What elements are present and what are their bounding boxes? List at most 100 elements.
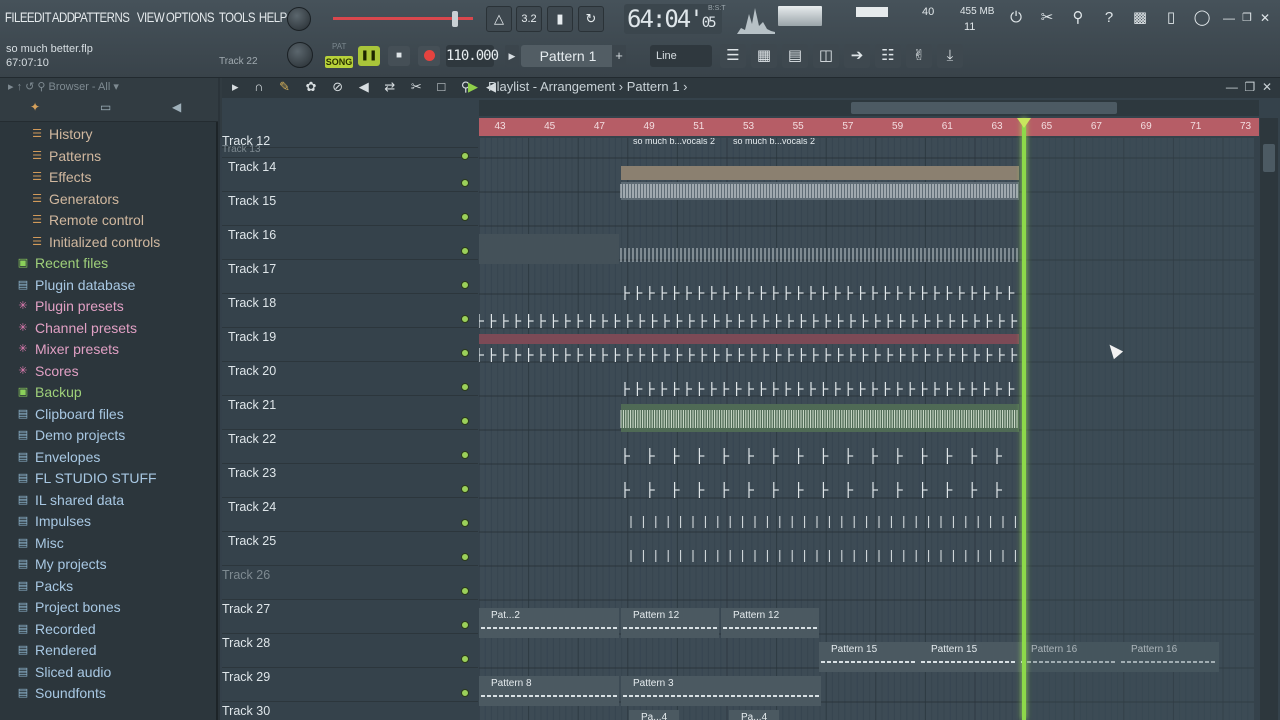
playlist-vscroll[interactable] [1260, 118, 1278, 720]
browser-item-effects[interactable]: ☰ Effects [0, 167, 218, 189]
track-header[interactable]: Track 30 [222, 702, 478, 720]
track-mute-led[interactable] [461, 281, 469, 289]
step-edit-button[interactable]: ▮ [547, 6, 573, 32]
track-mute-led[interactable] [461, 655, 469, 663]
mixer-button[interactable]: ◫ [813, 44, 839, 68]
play-button[interactable]: ❚❚ [358, 46, 380, 66]
browser-item-envelopes[interactable]: ▤ Envelopes [0, 447, 218, 469]
track-mute-led[interactable] [461, 689, 469, 697]
browser-item-misc[interactable]: ▤ Misc [0, 533, 218, 555]
menu-add[interactable]: ADD [51, 9, 75, 25]
mic-button[interactable]: ⚲ [1065, 6, 1091, 30]
browser-item-rendered[interactable]: ▤ Rendered [0, 640, 218, 662]
cut-button[interactable]: ✂ [1034, 6, 1060, 30]
playhead-marker[interactable] [1017, 118, 1031, 128]
restore-button[interactable]: ❐ [1238, 6, 1256, 30]
browser-title[interactable]: Browser - All [49, 81, 111, 93]
master-volume-knob[interactable] [287, 42, 313, 68]
menu-options[interactable]: OPTIONS [165, 9, 215, 25]
track-header[interactable]: Track 20 [222, 362, 478, 396]
track-mute-led[interactable] [461, 485, 469, 493]
hscroll-thumb[interactable] [851, 102, 1117, 114]
track-mute-led[interactable] [461, 587, 469, 595]
play-arrow-icon[interactable]: ▸ [232, 79, 245, 94]
browser-item-demo-projects[interactable]: ▤ Demo projects [0, 425, 218, 447]
playlist-hscroll[interactable] [479, 100, 1259, 116]
browser-item-scores[interactable]: ✳ Scores [0, 361, 218, 383]
playlist-crumb[interactable]: Pattern 1 [627, 79, 680, 94]
browser-item-generators[interactable]: ☰ Generators [0, 189, 218, 211]
piano-roll-button[interactable]: ▦ [751, 44, 777, 68]
browser-item-clipboard-files[interactable]: ▤ Clipboard files [0, 404, 218, 426]
track-mute-led[interactable] [461, 553, 469, 561]
power-button[interactable]: ⏻ [1003, 6, 1029, 30]
paint-icon[interactable]: ✿ [306, 79, 323, 94]
add-pattern-button[interactable]: + [612, 45, 626, 67]
browser-item-impulses[interactable]: ▤ Impulses [0, 511, 218, 533]
metronome-button[interactable]: △ [486, 6, 512, 32]
track-mute-led[interactable] [461, 349, 469, 357]
browser-item-soundfonts[interactable]: ▤ Soundfonts [0, 683, 218, 705]
track-mute-led[interactable] [461, 247, 469, 255]
magnet-icon[interactable]: ∩ [254, 79, 269, 94]
track-header[interactable]: Track 26 [222, 566, 478, 600]
browser-item-initialized-controls[interactable]: ☰ Initialized controls [0, 232, 218, 254]
track-mute-led[interactable] [461, 315, 469, 323]
playhead[interactable] [1022, 118, 1026, 720]
save-button[interactable]: ▩ [1127, 6, 1153, 30]
browser-item-packs[interactable]: ▤ Packs [0, 576, 218, 598]
chat-button[interactable]: ◯ [1189, 6, 1215, 30]
track-header[interactable]: Track 24 [222, 498, 478, 532]
tempo-tap-button[interactable]: ✌ [906, 44, 932, 68]
plugin-picker-button[interactable]: ☷ [875, 44, 901, 68]
track-header[interactable]: Track 17 [222, 260, 478, 294]
channel-rack-button[interactable]: ▤ [782, 44, 808, 68]
browser-item-remote-control[interactable]: ☰ Remote control [0, 210, 218, 232]
track-mute-led[interactable] [461, 417, 469, 425]
browser-item-mixer-presets[interactable]: ✳ Mixer presets [0, 339, 218, 361]
select-icon[interactable]: □ [437, 79, 451, 94]
browser-item-recorded[interactable]: ▤ Recorded [0, 619, 218, 641]
stop-button[interactable]: ■ [388, 46, 410, 66]
browser-item-fl-studio-stuff[interactable]: ▤ FL STUDIO STUFF [0, 468, 218, 490]
track-header[interactable]: Track 13 [222, 144, 478, 160]
track-header[interactable]: Track 22 [222, 430, 478, 464]
track-mute-led[interactable] [461, 451, 469, 459]
track-header[interactable]: Track 19 [222, 328, 478, 362]
master-pitch-knob[interactable] [287, 7, 311, 31]
track-header[interactable]: Track 23 [222, 464, 478, 498]
countdown-button[interactable]: 3.2 [516, 6, 542, 32]
menu-help[interactable]: HELP [258, 9, 288, 25]
slice-icon[interactable]: ✂ [411, 79, 428, 94]
track-mute-led[interactable] [461, 519, 469, 527]
file-icon[interactable]: ▭ [100, 100, 111, 114]
track-mute-led[interactable] [461, 621, 469, 629]
pattern-prev-button[interactable]: ▶ [505, 45, 519, 67]
browser-item-my-projects[interactable]: ▤ My projects [0, 554, 218, 576]
track-header[interactable]: Track 21 [222, 396, 478, 430]
close-button[interactable]: ✕ [1256, 6, 1274, 30]
browser-item-il-shared-data[interactable]: ▤ IL shared data [0, 490, 218, 512]
menu-view[interactable]: VIEW [136, 9, 165, 25]
playlist-button[interactable]: ☰ [720, 44, 746, 68]
menu-file[interactable]: FILE [4, 9, 28, 25]
browser-item-patterns[interactable]: ☰ Patterns [0, 146, 218, 168]
volume-thumb[interactable] [452, 11, 458, 27]
tempo-display[interactable]: 110.000 [446, 45, 499, 67]
timeline-ruler[interactable]: 43 45 47 49 51 53 55 57 59 61 63 65 67 69 71 73 [479, 118, 1259, 136]
slip-icon[interactable]: ⇄ [384, 79, 401, 94]
track-header[interactable]: Track 28 [222, 634, 478, 668]
song-mode-button[interactable]: SONG [325, 56, 353, 68]
track-mute-led[interactable] [461, 179, 469, 187]
browser-item-history[interactable]: ☰ History [0, 124, 218, 146]
arrangement-grid[interactable]: Pat...2 Pattern 12 Pattern 12 Pattern 15 Pat… [479, 138, 1254, 720]
menu-patterns[interactable]: PATTERNS [73, 9, 130, 25]
track-header[interactable]: Track 27 [222, 600, 478, 634]
record-button[interactable] [418, 46, 440, 66]
snap-selector[interactable]: Line [650, 45, 712, 67]
browser-item-recent-files[interactable]: ▣ Recent files [0, 253, 218, 275]
menu-edit[interactable]: EDIT [26, 9, 52, 25]
pl-close-icon[interactable]: ✕ [1262, 80, 1272, 94]
track-mute-led[interactable] [461, 213, 469, 221]
browser-item-backup[interactable]: ▣ Backup [0, 382, 218, 404]
